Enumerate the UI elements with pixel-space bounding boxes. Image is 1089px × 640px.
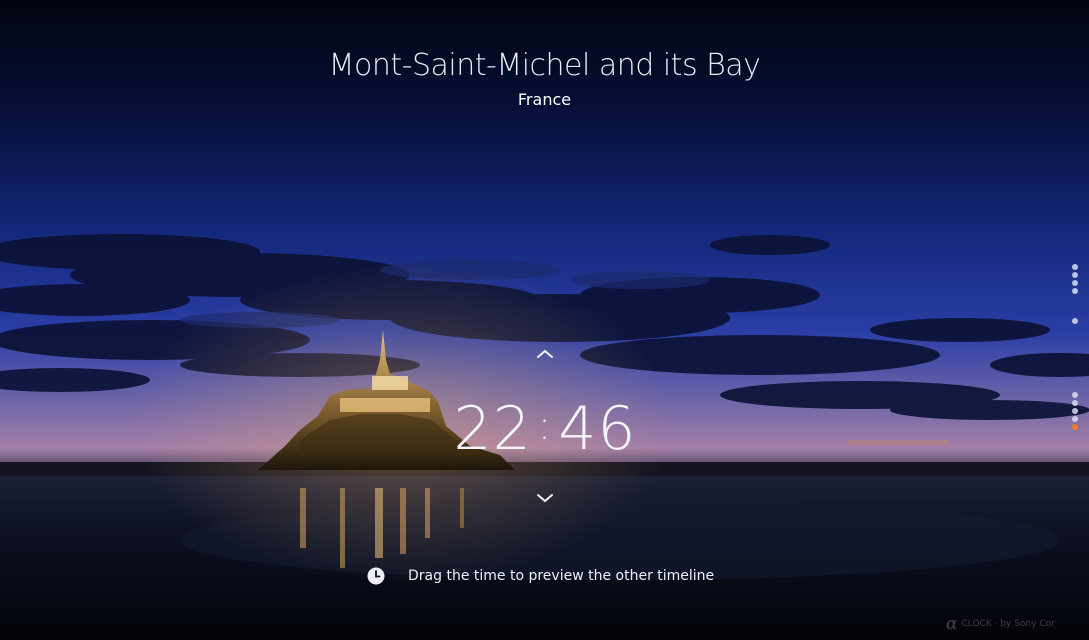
timeline-dot[interactable] <box>1072 288 1078 294</box>
timeline-dot[interactable] <box>1072 280 1078 286</box>
chevron-down-icon[interactable] <box>530 490 560 506</box>
location-title: Mont-Saint-Michel and its Bay <box>328 48 761 83</box>
alpha-logo-icon: α <box>946 614 958 634</box>
time-display[interactable]: 22:46 <box>445 388 645 464</box>
location-country: France <box>517 90 572 109</box>
timeline-dot[interactable] <box>1072 272 1078 278</box>
clock-separator: : <box>537 403 553 449</box>
timeline-dot[interactable] <box>1072 264 1078 270</box>
clock-minutes: 46 <box>558 394 637 464</box>
brand-watermark: α CLOCK · by Sony Cor <box>946 614 1089 634</box>
timeline-dot[interactable] <box>1072 400 1078 406</box>
brand-text: CLOCK · by Sony Cor <box>961 619 1055 629</box>
timeline-dot[interactable] <box>1072 416 1078 422</box>
clock-icon <box>367 567 385 585</box>
timeline-dot-active[interactable] <box>1072 424 1078 430</box>
drag-hint-text: Drag the time to preview the other timel… <box>408 568 715 584</box>
clock-hours: 22 <box>453 394 532 464</box>
photo-clock-app: Mont-Saint-Michel and its Bay France 22:… <box>0 0 1089 640</box>
timeline-dot[interactable] <box>1072 392 1078 398</box>
drag-hint: Drag the time to preview the other timel… <box>366 564 714 588</box>
timeline-indicator[interactable] <box>1070 262 1080 432</box>
chevron-up-icon[interactable] <box>530 346 560 362</box>
timeline-dot[interactable] <box>1072 408 1078 414</box>
timeline-dot[interactable] <box>1072 318 1078 324</box>
